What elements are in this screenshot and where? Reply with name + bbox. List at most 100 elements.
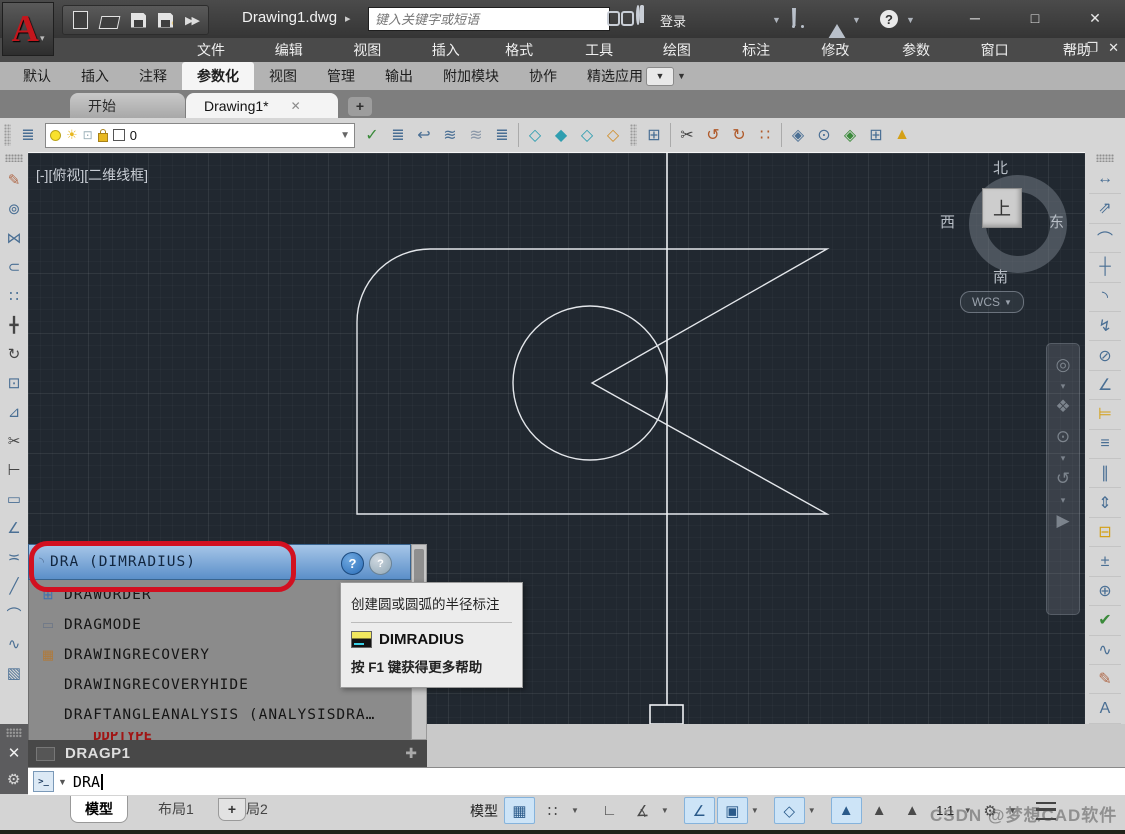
ribbon-collapse-button[interactable]: ▼ bbox=[646, 67, 674, 86]
save-icon[interactable] bbox=[131, 13, 146, 28]
line-icon[interactable]: ╱ bbox=[2, 571, 26, 600]
menu-item-9[interactable]: 修改(M) bbox=[804, 38, 885, 62]
title-arrow-icon[interactable]: ▸ bbox=[345, 13, 351, 25]
recent-commands-chevron-icon[interactable]: ▼ bbox=[58, 777, 67, 787]
layer-isolate-icon[interactable]: ≋ bbox=[437, 122, 463, 148]
layout-tab-1[interactable]: 模型 bbox=[70, 796, 128, 823]
wcs-menu[interactable]: WCS▼ bbox=[960, 291, 1024, 313]
command-palette-grip[interactable] bbox=[6, 728, 22, 738]
customize-menu-icon[interactable] bbox=[1036, 802, 1056, 820]
circle-entity[interactable] bbox=[513, 306, 667, 460]
ribbon-tab-4[interactable]: 参数化 bbox=[182, 62, 254, 90]
doc-close-button[interactable]: ✕ bbox=[1108, 40, 1119, 56]
continue-dimension-icon[interactable]: ∥ bbox=[1089, 459, 1121, 488]
annotation-visibility-button[interactable]: ▲ bbox=[864, 797, 895, 824]
toolbar-grip[interactable] bbox=[5, 154, 23, 162]
radius-dimension-icon[interactable]: ◝ bbox=[1089, 283, 1121, 312]
share-chevron-icon[interactable]: ▼ bbox=[852, 15, 861, 25]
new-file-icon[interactable] bbox=[73, 11, 88, 29]
menu-item-5[interactable]: 格式(O) bbox=[488, 38, 568, 62]
toolbar-grip[interactable] bbox=[1096, 154, 1114, 162]
erase-icon[interactable]: ✎ bbox=[2, 165, 26, 194]
toolbar-grip[interactable] bbox=[4, 124, 11, 146]
model-space-label[interactable]: 模型 bbox=[470, 801, 498, 821]
jogged-dimension-icon[interactable]: ↯ bbox=[1089, 312, 1121, 341]
layer-unisolate-icon[interactable]: ≋ bbox=[463, 122, 489, 148]
maximize-button[interactable]: □ bbox=[1015, 6, 1055, 30]
show-motion-icon[interactable]: ▶ bbox=[1056, 506, 1069, 536]
tab-start[interactable]: 开始 bbox=[70, 93, 185, 118]
viewcube-west[interactable]: 西 bbox=[940, 211, 955, 232]
signin-link[interactable]: 登录 bbox=[660, 11, 686, 30]
menu-item-8[interactable]: 标注(N) bbox=[725, 38, 804, 62]
save-as-icon[interactable]: ✎ bbox=[158, 13, 173, 28]
viewport-label[interactable]: [-][俯视][二维线框] bbox=[36, 165, 148, 185]
command-prompt-icon[interactable]: >_ bbox=[33, 771, 54, 792]
wheel-chevron-icon[interactable]: ▾ bbox=[1061, 380, 1066, 392]
layer-properties-icon[interactable]: ≣ bbox=[15, 122, 41, 148]
dimension-break-icon[interactable]: ⊟ bbox=[1089, 518, 1121, 547]
autocomplete-item-5[interactable]: DRAFTANGLEANALYSIS (ANALYSISDRA… bbox=[29, 700, 411, 730]
scale-chevron-icon[interactable]: ▼ bbox=[964, 806, 972, 815]
layer-match-icon[interactable]: ≣ bbox=[385, 122, 411, 148]
menu-item-11[interactable]: 窗口(W) bbox=[964, 38, 1046, 62]
copy-nested-objects-icon[interactable]: ⊞ bbox=[641, 122, 667, 148]
layer-make-current-icon[interactable]: ✓ bbox=[359, 122, 385, 148]
dynamic-input-button[interactable]: ▣ bbox=[717, 797, 748, 824]
snap-mode-button[interactable]: ∷ bbox=[537, 797, 568, 824]
object-snap-tracking-button[interactable]: ∠ bbox=[684, 797, 715, 824]
layer-previous-icon[interactable]: ↩ bbox=[411, 122, 437, 148]
ribbon-tab-9[interactable]: 协作 bbox=[514, 62, 572, 90]
open-file-icon[interactable] bbox=[99, 16, 121, 29]
annotation-scale-button[interactable]: 1:1 bbox=[930, 797, 961, 824]
tolerance-icon[interactable]: ± bbox=[1089, 547, 1121, 576]
dynamic-input-chevron-icon[interactable]: ▼ bbox=[751, 806, 759, 815]
move-icon[interactable]: ╋ bbox=[2, 310, 26, 339]
application-menu-button[interactable]: A ▾ bbox=[2, 2, 54, 56]
tab-close-icon[interactable]: ✕ bbox=[291, 99, 301, 113]
selection-cycling-button[interactable]: ▲ bbox=[831, 797, 862, 824]
dimension-edit-icon[interactable]: ✎ bbox=[1089, 665, 1121, 694]
copy-icon[interactable]: ⊚ bbox=[2, 194, 26, 223]
inspect-dimension-icon[interactable]: ✔ bbox=[1089, 606, 1121, 635]
orbit-icon[interactable]: ↺ bbox=[1056, 464, 1070, 494]
gear-chevron-icon[interactable]: ▼ bbox=[1009, 806, 1017, 815]
polar-tracking-chevron-icon[interactable]: ▼ bbox=[661, 806, 669, 815]
ordinate-dimension-icon[interactable]: ┼ bbox=[1089, 253, 1121, 282]
navigation-wheel-icon[interactable]: ◎ bbox=[1056, 350, 1071, 380]
help-icon[interactable]: ? bbox=[880, 8, 898, 28]
dimension-text-edit-icon[interactable]: A bbox=[1089, 694, 1121, 723]
new-tab-button[interactable]: + bbox=[348, 97, 372, 116]
command-palette-close-icon[interactable]: ✕ bbox=[0, 744, 28, 762]
quick-dimension-icon[interactable]: ⊨ bbox=[1089, 400, 1121, 429]
flag-polyline[interactable] bbox=[357, 249, 827, 514]
box-3d-icon[interactable]: ▧ bbox=[2, 658, 26, 687]
annotation-autoscale-button[interactable]: ▲ bbox=[897, 797, 928, 824]
zoom-chevron-icon[interactable]: ▾ bbox=[1061, 452, 1066, 464]
ribbon-tab-5[interactable]: 视图 bbox=[254, 62, 312, 90]
settings-gear-icon[interactable]: ⚙ bbox=[975, 797, 1006, 824]
array-edit-icon[interactable]: ∷ bbox=[752, 122, 778, 148]
menu-item-10[interactable]: 参数(P) bbox=[885, 38, 964, 62]
app-store-cart-icon[interactable] bbox=[792, 8, 804, 28]
ribbon-tab-6[interactable]: 管理 bbox=[312, 62, 370, 90]
arc-icon[interactable]: ⌒ bbox=[2, 600, 26, 629]
diameter-dimension-icon[interactable]: ⊘ bbox=[1089, 341, 1121, 370]
menu-item-4[interactable]: 插入(I) bbox=[415, 38, 488, 62]
zoom-icon[interactable]: ⊙ bbox=[1056, 422, 1070, 452]
ribbon-tab-3[interactable]: 注释 bbox=[124, 62, 182, 90]
arc-length-dimension-icon[interactable]: ⌒ bbox=[1089, 224, 1121, 253]
object-snap-button[interactable]: ◇ bbox=[774, 797, 805, 824]
orbit-chevron-icon[interactable]: ▾ bbox=[1061, 494, 1066, 506]
angular-dimension-icon[interactable]: ∠ bbox=[1089, 371, 1121, 400]
snap-mode-chevron-icon[interactable]: ▼ bbox=[571, 806, 579, 815]
small-rectangle-entity[interactable] bbox=[650, 705, 683, 724]
redo-mark-icon[interactable]: ↻ bbox=[726, 122, 752, 148]
jogged-linear-icon[interactable]: ∿ bbox=[1089, 636, 1121, 665]
rotate-icon[interactable]: ↻ bbox=[2, 339, 26, 368]
layer-freeze-icon[interactable]: ◇ bbox=[522, 122, 548, 148]
clip-icon[interactable]: ✂ bbox=[674, 122, 700, 148]
scale-icon[interactable]: ⊡ bbox=[2, 368, 26, 397]
object-snap-chevron-icon[interactable]: ▼ bbox=[808, 806, 816, 815]
cleanup-broom-icon[interactable]: ▲ bbox=[889, 122, 915, 148]
